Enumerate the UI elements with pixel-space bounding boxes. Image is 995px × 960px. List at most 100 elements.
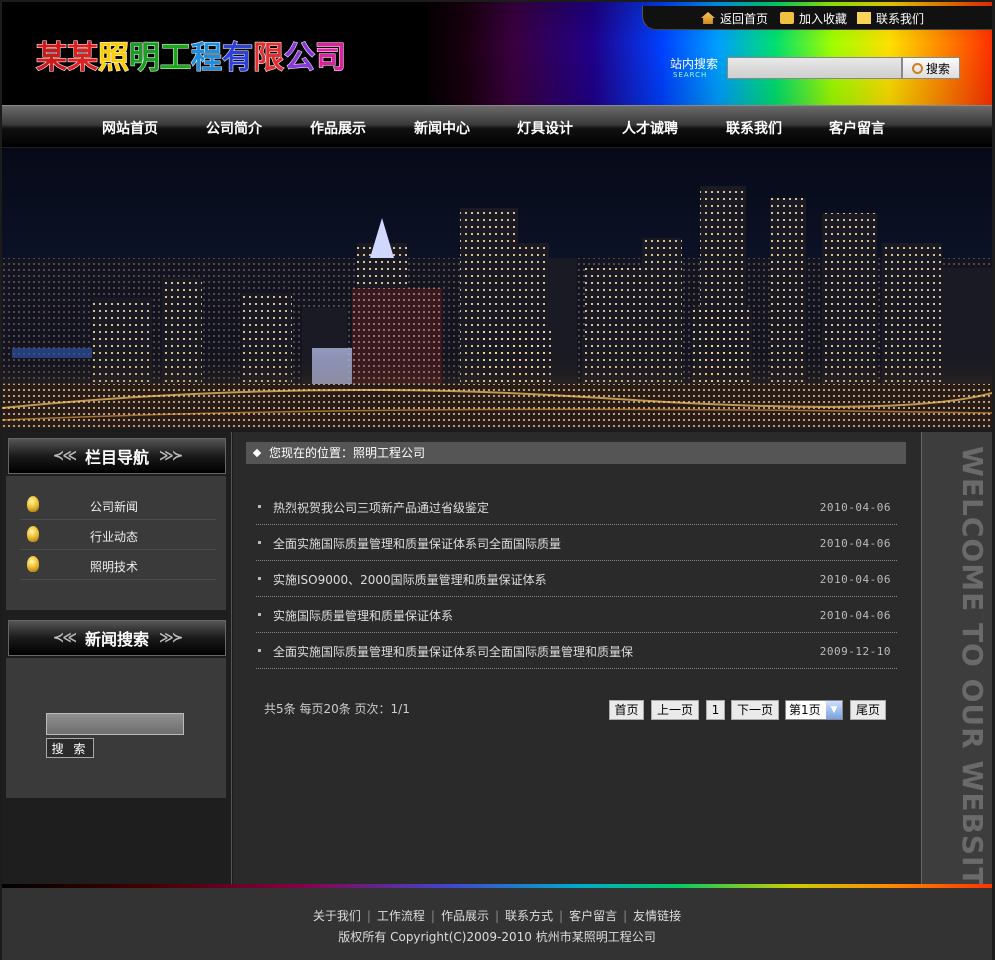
news-date: 2010-04-06 [819,609,891,622]
news-search-title: 新闻搜索 [84,630,149,649]
news-search-button[interactable]: 搜 索 [46,738,94,758]
sidebar-section-title: 栏目导航 [84,448,149,467]
logo-character: 有 [222,40,254,77]
nav-item-home[interactable]: 网站首页 [102,118,158,138]
category-item-industry[interactable]: 行业动态 [20,521,216,550]
company-logo[interactable]: 某某照明工程有限公司 [36,32,347,77]
top-link-label: 联系我们 [876,12,925,26]
ornament-right-icon: ≫≻ [159,448,183,464]
news-title[interactable]: 全面实施国际质量管理和质量保证体系司全面国际质量 [273,535,561,552]
pager-first-button[interactable]: 首页 [609,700,644,720]
nav-item-about[interactable]: 公司简介 [206,118,262,138]
news-list-item[interactable]: 热烈祝贺我公司三项新产品通过省级鉴定 2010-04-06 [256,489,897,525]
category-item-lighting-tech[interactable]: 照明技术 [20,551,216,580]
top-links-bar: 返回首页 加入收藏 联系我们 [642,6,992,30]
bullet-icon [258,541,261,544]
category-item-label: 照明技术 [90,560,139,574]
news-title[interactable]: 实施国际质量管理和质量保证体系 [273,607,453,624]
footer-link-friend-links[interactable]: 友情链接 [633,909,681,923]
site-search-label: 站内搜索 [670,57,719,71]
footer-link-workflow[interactable]: 工作流程 [377,909,425,923]
nav-item-news[interactable]: 新闻中心 [414,118,470,138]
bullet-icon [258,649,261,652]
logo-character: 某 [36,40,68,77]
site-search-button[interactable]: 搜索 [902,57,960,79]
bullet-icon [258,505,261,508]
top-link-favorite[interactable]: 加入收藏 [780,10,847,27]
ornament-left-icon: ≺≪ [52,630,77,646]
pager-prev-button[interactable]: 上一页 [651,700,699,720]
category-list: 公司新闻 行业动态 照明技术 [6,476,226,610]
top-link-label: 返回首页 [720,12,769,26]
top-link-label: 加入收藏 [799,12,848,26]
top-link-contact[interactable]: 联系我们 [857,10,924,27]
logo-character: 工 [160,40,192,77]
logo-character: 公 [284,40,316,77]
nav-item-contact[interactable]: 联系我们 [726,118,782,138]
news-title[interactable]: 实施ISO9000、2000国际质量管理和质量保证体系 [273,571,547,588]
favorite-icon [780,12,794,24]
footer-links: 关于我们 | 工作流程 | 作品展示 | 联系方式 | 客户留言 | 友情链接 [312,909,682,923]
nav-item-jobs[interactable]: 人才诚聘 [622,118,678,138]
main-nav: 网站首页 公司简介 作品展示 新闻中心 灯具设计 人才诚聘 联系我们 客户留言 [2,105,992,147]
site-search-input[interactable] [727,57,902,79]
welcome-strip: WELCOME TO OUR WEBSITE [921,432,992,908]
page-select-value: 第1页 [789,703,821,717]
news-title[interactable]: 全面实施国际质量管理和质量保证体系司全面国际质量管理和质量保 [273,643,633,660]
logo-character: 司 [315,40,347,77]
bulb-icon [27,526,39,542]
pager-info: 共5条 每页20条 页次：1/1 [264,702,410,716]
logo-character: 某 [67,40,99,77]
footer-link-guestbook[interactable]: 客户留言 [569,909,617,923]
diamond-icon [252,448,262,458]
category-item-label: 公司新闻 [90,500,139,514]
page-select[interactable]: 第1页 ▼ [785,700,843,720]
logo-character: 程 [191,40,223,77]
main-content: 您现在的位置：照明工程公司 热烈祝贺我公司三项新产品通过省级鉴定 2010-04… [233,432,921,884]
bulb-icon [27,556,39,572]
top-link-home[interactable]: 返回首页 [701,10,768,27]
news-list-item[interactable]: 全面实施国际质量管理和质量保证体系司全面国际质量 2010-04-06 [256,525,897,561]
breadcrumb: 您现在的位置：照明工程公司 [246,442,906,464]
welcome-text: WELCOME TO OUR WEBSITE [956,446,989,908]
category-item-company-news[interactable]: 公司新闻 [20,491,216,520]
nav-item-works[interactable]: 作品展示 [310,118,366,138]
header: 某某照明工程有限公司 返回首页 加入收藏 联系我们 站内搜索 SEARCH 搜索 [2,2,992,105]
sidebar-section-header: ≺≪ 栏目导航 ≫≻ [8,438,226,474]
pager-next-button[interactable]: 下一页 [731,700,779,720]
footer-link-works[interactable]: 作品展示 [441,909,489,923]
logo-character: 限 [253,40,285,77]
banner-city-night-image [2,148,992,428]
nav-item-guestbook[interactable]: 客户留言 [829,118,885,138]
site-search-button-label: 搜索 [925,61,950,76]
bulb-icon [27,496,39,512]
ornament-right-icon: ≫≻ [159,630,183,646]
news-search-header: ≺≪ 新闻搜索 ≫≻ [8,620,226,656]
mail-icon [857,12,871,24]
sidebar: ≺≪ 栏目导航 ≫≻ 公司新闻 行业动态 照明技术 ≺≪ 新闻搜索 ≫≻ 搜 索 [2,432,232,884]
pager-current-page[interactable]: 1 [706,700,725,720]
bullet-icon [258,577,261,580]
news-date: 2009-12-10 [819,645,891,658]
search-icon [911,62,923,74]
news-list-item[interactable]: 实施ISO9000、2000国际质量管理和质量保证体系 2010-04-06 [256,561,897,597]
news-title[interactable]: 热烈祝贺我公司三项新产品通过省级鉴定 [273,499,489,516]
ornament-left-icon: ≺≪ [52,448,77,464]
news-date: 2010-04-06 [819,573,891,586]
nav-item-lamp-design[interactable]: 灯具设计 [517,118,573,138]
footer-copyright: 版权所有 Copyright(C)2009-2010 杭州市某照明工程公司 [338,930,656,944]
home-icon [701,12,715,24]
news-date: 2010-04-06 [819,501,891,514]
bullet-icon [258,613,261,616]
logo-character: 照 [98,40,130,77]
category-item-label: 行业动态 [90,530,139,544]
news-search-input[interactable] [46,713,184,735]
news-date: 2010-04-06 [819,537,891,550]
footer-link-contact[interactable]: 联系方式 [505,909,553,923]
pager-last-button[interactable]: 尾页 [850,700,886,720]
breadcrumb-text: 您现在的位置：照明工程公司 [269,446,426,460]
footer-link-about[interactable]: 关于我们 [313,909,361,923]
news-list-item[interactable]: 全面实施国际质量管理和质量保证体系司全面国际质量管理和质量保 2009-12-1… [256,633,897,669]
footer: 关于我们 | 工作流程 | 作品展示 | 联系方式 | 客户留言 | 友情链接 版权所有 Copyr… [2,888,992,960]
news-list-item[interactable]: 实施国际质量管理和质量保证体系 2010-04-06 [256,597,897,633]
